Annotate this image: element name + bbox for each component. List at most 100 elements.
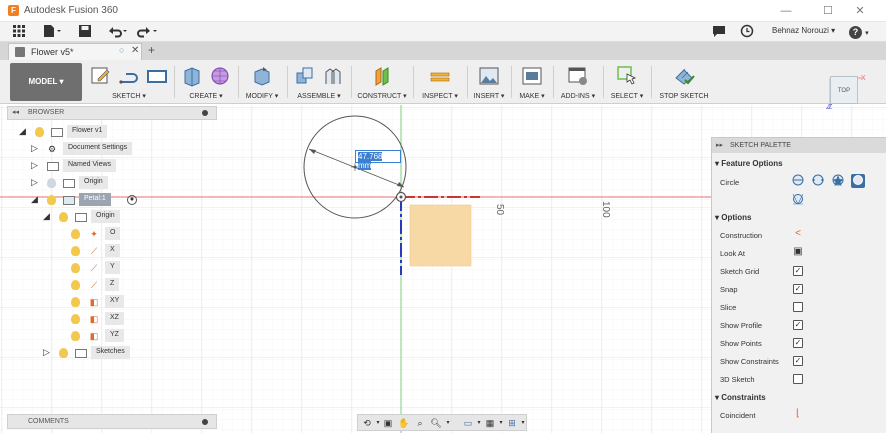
tree-collapsed-icon[interactable]: ▷ (43, 347, 50, 358)
tree-expanded-icon[interactable]: ◢ (19, 126, 26, 137)
tree-row-petal[interactable]: ◢ Petal:1 ● (31, 193, 211, 207)
minimize-button[interactable]: — (778, 3, 794, 19)
zoom-icon[interactable]: ⌕ (414, 417, 426, 429)
create-form-icon[interactable] (209, 64, 231, 88)
tree-row-named-views[interactable]: ▷ Named Views (31, 159, 211, 173)
tree-item-label[interactable]: Petal:1 (79, 193, 111, 206)
look-at-icon[interactable]: ▣ (382, 417, 394, 429)
new-component-icon[interactable] (294, 64, 316, 88)
collapse-panel-icon[interactable]: ◂◂ (12, 108, 19, 116)
sketch-grid-checkbox[interactable]: ✓ (793, 266, 803, 276)
job-status-icon[interactable] (712, 24, 726, 40)
dimension-input[interactable]: 47.768 mm (355, 150, 401, 170)
look-at-icon[interactable]: ▣ (791, 245, 805, 259)
create-sketch-icon[interactable] (90, 64, 112, 88)
browser-header[interactable]: ◂◂ BROWSER (7, 106, 217, 120)
add-ins-group[interactable]: ADD-INS ▾ (555, 62, 601, 102)
visibility-bulb-icon[interactable] (71, 229, 80, 239)
tree-row-x-axis[interactable]: ⟋ X (71, 244, 211, 258)
tree-expanded-icon[interactable]: ◢ (31, 194, 38, 205)
workspace-switcher[interactable]: MODEL ▾ (10, 63, 82, 101)
comments-pin-icon[interactable] (202, 419, 208, 425)
tree-item-label[interactable]: Flower v1 (67, 125, 108, 138)
visibility-bulb-icon[interactable] (71, 297, 80, 307)
visibility-bulb-icon[interactable] (71, 314, 80, 324)
tree-item-label[interactable]: Z (105, 278, 120, 291)
visibility-bulb-icon[interactable] (71, 263, 80, 273)
select-icon[interactable] (616, 64, 638, 88)
stop-sketch-group[interactable]: STOP SKETCH (653, 62, 715, 102)
fit-window-icon[interactable]: 🔍︎ (430, 417, 442, 429)
tree-row-z-axis[interactable]: ⟋ Z (71, 278, 211, 292)
visibility-bulb-icon[interactable] (35, 127, 44, 137)
make-group[interactable]: MAKE ▾ (513, 62, 551, 102)
modify-group[interactable]: MODIFY ▾ (240, 62, 284, 102)
show-points-checkbox[interactable]: ✓ (793, 338, 803, 348)
extrude-icon[interactable] (181, 64, 203, 88)
file-menu-icon[interactable] (42, 24, 62, 40)
tree-collapsed-icon[interactable]: ▷ (31, 177, 38, 188)
tree-row-petal-origin[interactable]: ◢ Origin (43, 210, 213, 224)
browser-pin-icon[interactable] (202, 110, 208, 116)
tree-item-label[interactable]: Y (105, 261, 120, 274)
coincident-constraint-icon[interactable]: ⌊ (791, 407, 805, 421)
scripts-icon[interactable] (567, 64, 589, 88)
tree-row-root[interactable]: ◢ Flower v1 (19, 125, 209, 139)
visibility-bulb-icon[interactable] (71, 246, 80, 256)
construction-line-icon[interactable]: < (791, 227, 805, 241)
tree-collapsed-icon[interactable]: ▷ (31, 160, 38, 171)
tree-item-label[interactable]: YZ (105, 329, 124, 342)
tree-item-label[interactable]: Sketches (91, 346, 130, 359)
inspect-group[interactable]: INSPECT ▾ (415, 62, 465, 102)
tree-row-yz-plane[interactable]: ◧ YZ (71, 329, 211, 343)
palette-header[interactable]: ▸▸ SKETCH PALETTE (712, 138, 886, 153)
visibility-bulb-icon[interactable] (71, 280, 80, 290)
tree-row-sketches[interactable]: ▷ Sketches (43, 346, 213, 360)
viewcube-top-face[interactable]: TOP (830, 76, 858, 104)
visibility-bulb-icon[interactable] (47, 195, 56, 205)
create-group[interactable]: CREATE ▾ (176, 62, 236, 102)
stop-sketch-icon[interactable] (673, 64, 695, 88)
feature-options-header[interactable]: ▾ Feature Options (715, 159, 783, 168)
joint-icon[interactable] (322, 64, 344, 88)
palette-expand-icon[interactable]: ▸▸ (716, 141, 723, 149)
three-point-circle-icon[interactable] (831, 174, 845, 188)
tree-item-label[interactable]: XZ (105, 312, 124, 325)
press-pull-icon[interactable] (251, 64, 273, 88)
visibility-bulb-icon[interactable] (59, 348, 68, 358)
line-icon[interactable] (118, 64, 140, 88)
redo-icon[interactable] (136, 24, 160, 40)
tree-row-document-settings[interactable]: ▷ ⚙ Document Settings (31, 142, 211, 156)
new-tab-button[interactable]: + (148, 43, 155, 57)
tree-item-label[interactable]: Document Settings (63, 142, 133, 155)
clock-icon[interactable] (740, 24, 754, 40)
show-profile-checkbox[interactable]: ✓ (793, 320, 803, 330)
tree-item-label[interactable]: Named Views (63, 159, 117, 172)
viewports-menu-icon[interactable]: ▾ (517, 417, 529, 429)
offset-plane-icon[interactable] (371, 64, 393, 88)
tree-item-label[interactable]: Origin (91, 210, 120, 223)
tangent-circle-icon-selected[interactable] (851, 174, 865, 188)
tab-close-icon[interactable]: ✕ (131, 45, 139, 56)
3d-sketch-checkbox[interactable] (793, 374, 803, 384)
slice-checkbox[interactable] (793, 302, 803, 312)
tree-item-label[interactable]: O (105, 227, 121, 240)
document-tab[interactable]: Flower v5* ○ ✕ (8, 43, 142, 60)
save-icon[interactable] (78, 24, 92, 40)
undo-icon[interactable] (106, 24, 130, 40)
construct-group[interactable]: CONSTRUCT ▾ (353, 62, 411, 102)
visibility-bulb-icon[interactable] (71, 331, 80, 341)
user-menu[interactable]: Behnaz Norouzi ▾ (772, 26, 835, 35)
tree-item-label[interactable]: Origin (79, 176, 108, 189)
measure-icon[interactable] (429, 64, 451, 88)
center-diameter-circle-icon[interactable] (791, 174, 805, 188)
tree-item-label[interactable]: X (105, 244, 120, 257)
close-button[interactable]: ✕ (852, 3, 868, 19)
tree-expanded-icon[interactable]: ◢ (43, 211, 50, 222)
snap-checkbox[interactable]: ✓ (793, 284, 803, 294)
rectangle-icon[interactable] (146, 64, 168, 88)
3d-print-icon[interactable] (521, 64, 543, 88)
tree-row-xz-plane[interactable]: ◧ XZ (71, 312, 211, 326)
visibility-bulb-icon[interactable] (59, 212, 68, 222)
tree-collapsed-icon[interactable]: ▷ (31, 143, 38, 154)
